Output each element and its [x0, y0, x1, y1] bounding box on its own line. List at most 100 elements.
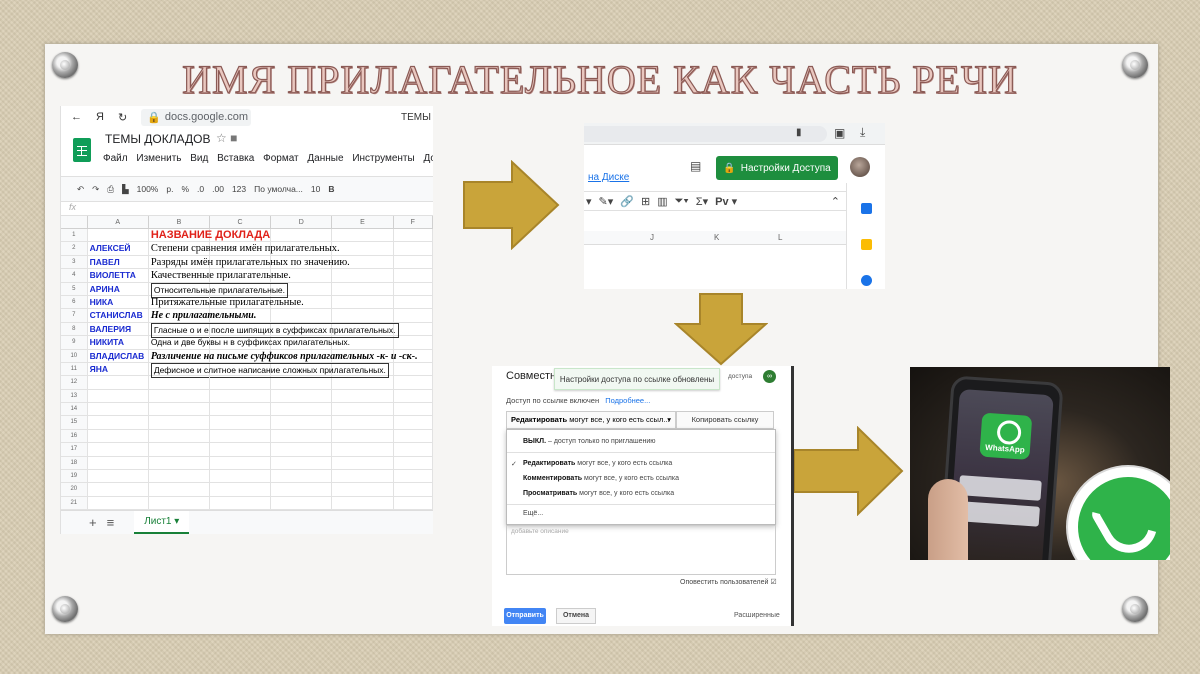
cell[interactable] — [332, 496, 394, 510]
cell[interactable] — [332, 376, 394, 389]
cell[interactable] — [88, 496, 149, 510]
collapse-icon[interactable]: ⌃ — [831, 195, 840, 208]
cell[interactable] — [149, 456, 211, 470]
col-header-a[interactable]: A — [88, 216, 149, 228]
topic-cell[interactable]: Одна и две буквы н в суффиксах прилагате… — [149, 336, 350, 349]
cell[interactable] — [332, 309, 394, 322]
cell[interactable] — [88, 429, 149, 443]
menu-edit[interactable]: Изменить — [136, 153, 181, 164]
col-header-j[interactable]: J — [650, 233, 654, 242]
cell[interactable] — [210, 443, 272, 456]
option-edit[interactable]: Редактировать могут все, у кого есть ссы… — [523, 460, 672, 467]
sheets-logo-icon[interactable] — [73, 138, 91, 162]
corner-cell[interactable] — [61, 216, 88, 228]
topic-cell[interactable]: Различение на письме суффиксов прилагате… — [149, 349, 418, 362]
bold-button[interactable]: B — [328, 184, 334, 194]
cell[interactable] — [149, 429, 211, 443]
cell[interactable] — [210, 456, 272, 470]
cell[interactable] — [149, 443, 211, 456]
disk-link[interactable]: на Диске — [588, 172, 629, 183]
row-number[interactable]: 5 — [61, 282, 88, 295]
col-header-c[interactable]: C — [210, 216, 272, 228]
cell[interactable] — [332, 282, 394, 295]
cell[interactable] — [149, 403, 211, 416]
row-number[interactable]: 9 — [61, 336, 88, 349]
cell[interactable] — [149, 376, 211, 389]
student-name-cell[interactable]: ПАВЕЛ — [88, 255, 149, 269]
back-icon[interactable]: ← — [71, 111, 82, 123]
cell[interactable] — [394, 429, 433, 443]
col-header-k[interactable]: K — [714, 233, 719, 242]
row-number[interactable]: 17 — [61, 443, 88, 456]
student-name-cell[interactable] — [88, 229, 149, 242]
cell[interactable] — [149, 483, 211, 496]
cell[interactable] — [332, 443, 394, 456]
menu-view[interactable]: Вид — [190, 153, 208, 164]
cell[interactable] — [394, 282, 433, 295]
menu-tools[interactable]: Инструменты — [352, 153, 414, 164]
topic-cell[interactable]: Относительные прилагательные. — [149, 282, 289, 298]
tasks-icon[interactable] — [861, 275, 872, 286]
cell[interactable] — [332, 429, 394, 443]
cell[interactable] — [394, 269, 433, 282]
student-name-cell[interactable]: АЛЕКСЕЙ — [88, 242, 149, 255]
row-number[interactable]: 20 — [61, 483, 88, 496]
cell[interactable] — [271, 456, 333, 470]
cancel-button[interactable]: Отмена — [556, 608, 596, 624]
row-number[interactable]: 3 — [61, 255, 88, 269]
cell[interactable] — [271, 429, 333, 443]
all-sheets-icon[interactable]: ≡ — [107, 515, 115, 530]
topic-cell[interactable]: Не с прилагательными. — [149, 309, 256, 322]
calendar-icon[interactable] — [861, 203, 872, 214]
cell[interactable] — [271, 376, 333, 389]
cell[interactable] — [210, 416, 272, 429]
menu-data[interactable]: Данные — [307, 153, 343, 164]
menu-addons[interactable]: Дополн — [423, 153, 433, 164]
sum-icon[interactable]: Σ▾ — [696, 195, 708, 208]
cell[interactable] — [271, 229, 333, 242]
row-number[interactable]: 1 — [61, 229, 88, 242]
topic-cell[interactable]: Дефисное и слитное написание сложных при… — [149, 362, 389, 378]
link-icon[interactable]: ∞ — [763, 370, 776, 383]
dropdown-caret-icon[interactable]: ▾ — [586, 195, 592, 208]
redo-icon[interactable]: ↷ — [92, 184, 99, 195]
cell[interactable] — [88, 456, 149, 470]
topic-cell[interactable]: Разряды имён прилагательных по значению. — [149, 255, 350, 269]
access-settings-button[interactable]: 🔒 Настройки Доступа — [716, 156, 838, 180]
cell[interactable] — [394, 322, 433, 336]
cell[interactable] — [332, 229, 394, 242]
notify-users-checkbox[interactable]: Оповестить пользователей ☑ — [680, 578, 777, 586]
cell[interactable] — [210, 483, 272, 496]
sheet-tab[interactable]: Лист1 ▾ — [134, 511, 190, 534]
cell[interactable] — [332, 389, 394, 403]
copy-link-button[interactable]: Копировать ссылку — [676, 411, 774, 429]
row-number[interactable]: 12 — [61, 376, 88, 389]
cell[interactable] — [210, 496, 272, 510]
cell[interactable] — [332, 416, 394, 429]
cell[interactable] — [210, 376, 272, 389]
cell[interactable] — [332, 403, 394, 416]
row-number[interactable]: 6 — [61, 295, 88, 309]
row-number[interactable]: 8 — [61, 322, 88, 336]
advanced-link[interactable]: Расширенные — [734, 612, 780, 619]
cell[interactable] — [394, 295, 433, 309]
cell[interactable] — [271, 416, 333, 429]
row-number[interactable]: 7 — [61, 309, 88, 322]
cell[interactable] — [394, 255, 433, 269]
menu-format[interactable]: Формат — [263, 153, 299, 164]
cell[interactable] — [394, 483, 433, 496]
message-field[interactable]: добавьте описание — [506, 525, 776, 575]
row-number[interactable]: 18 — [61, 456, 88, 470]
cell[interactable] — [394, 389, 433, 403]
cell[interactable] — [394, 376, 433, 389]
student-name-cell[interactable]: ВАЛЕРИЯ — [88, 322, 149, 336]
cell[interactable] — [271, 443, 333, 456]
paint-format-icon[interactable]: ▙ — [122, 184, 129, 195]
doc-title[interactable]: ТЕМЫ ДОКЛАДОВ — [105, 132, 210, 146]
cell[interactable] — [394, 229, 433, 242]
col-header-f[interactable]: F — [394, 216, 433, 228]
comment-icon[interactable]: ▤ — [690, 159, 701, 173]
col-header-e[interactable]: E — [332, 216, 394, 228]
row-number[interactable]: 10 — [61, 349, 88, 362]
col-header-b[interactable]: B — [149, 216, 210, 228]
